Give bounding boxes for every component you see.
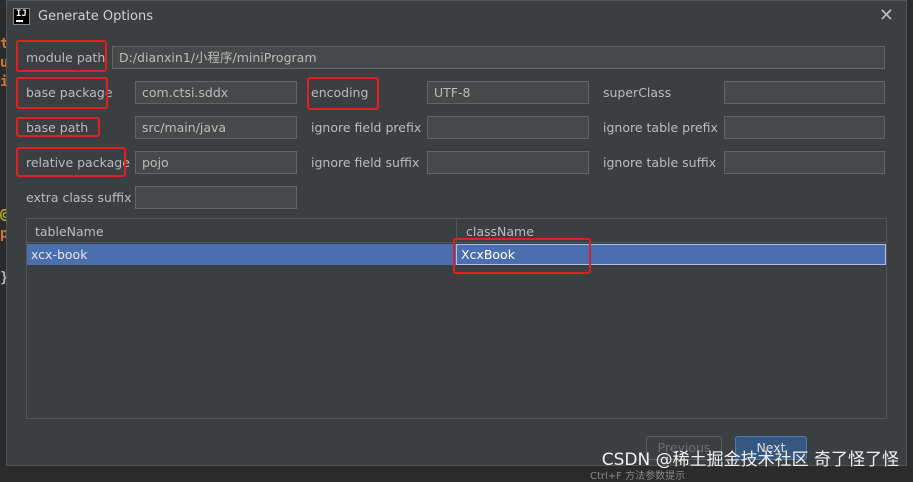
close-icon[interactable]: ✕ [879,5,894,26]
dialog-title: Generate Options [38,9,154,24]
encoding-input[interactable]: UTF-8 [427,81,589,104]
table-mapping-grid: tableName className xcx-book XcxBook [26,218,887,419]
column-header-table-name[interactable]: tableName [35,224,104,239]
base-package-label: base package [26,85,113,100]
super-class-input[interactable] [724,81,885,104]
ignore-table-prefix-label: ignore table prefix [603,120,718,135]
base-path-label: base path [26,120,89,135]
ignore-table-suffix-label: ignore table suffix [603,155,717,170]
relative-package-input[interactable]: pojo [135,151,297,174]
ignore-field-suffix-label: ignore field suffix [311,155,420,170]
column-divider[interactable] [456,219,457,243]
relative-package-label: relative package [26,155,130,170]
intellij-app-icon [13,8,30,25]
ignore-table-prefix-input[interactable] [724,116,885,139]
table-name-cell[interactable]: xcx-book [31,247,87,262]
extra-class-suffix-input[interactable] [135,186,297,209]
extra-class-suffix-label: extra class suffix [26,190,132,205]
encoding-label: encoding [311,85,369,100]
base-path-input[interactable]: src/main/java [135,116,297,139]
table-row[interactable]: xcx-book XcxBook [27,244,886,265]
title-bar[interactable]: Generate Options ✕ [7,1,906,33]
class-name-cell-editor[interactable]: XcxBook [456,244,886,265]
ignore-field-prefix-label: ignore field prefix [311,120,422,135]
module-path-input[interactable]: D:/dianxin1/小程序/miniProgram [112,46,885,69]
module-path-label: module path [26,50,106,65]
ignore-field-prefix-input[interactable] [427,116,589,139]
watermark: CSDN @稀土掘金技术社区 奇了怪了怪 [601,450,899,470]
column-header-class-name[interactable]: className [466,224,534,239]
super-class-label: superClass [603,85,672,100]
base-package-input[interactable]: com.ctsi.sddx [135,81,297,104]
ignore-table-suffix-input[interactable] [724,151,885,174]
ignore-field-suffix-input[interactable] [427,151,589,174]
table-header: tableName className [27,219,886,243]
generate-options-dialog: Generate Options ✕ module path D:/dianxi… [6,0,907,466]
